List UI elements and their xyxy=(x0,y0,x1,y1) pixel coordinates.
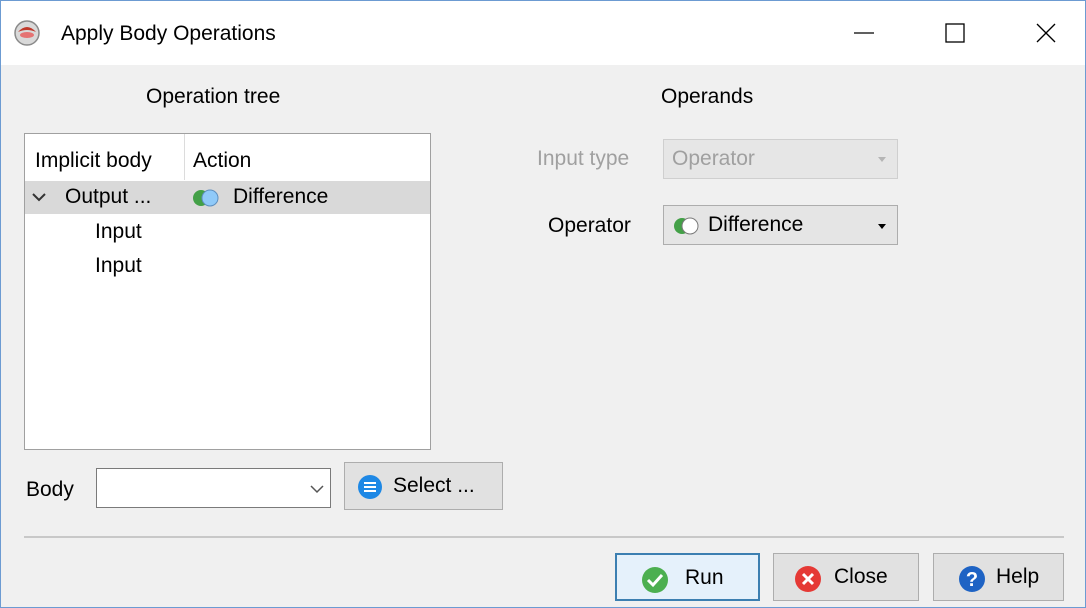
close-label: Close xyxy=(834,565,888,588)
title-bar[interactable]: Apply Body Operations xyxy=(1,1,1085,65)
svg-text:?: ? xyxy=(966,569,978,591)
close-icon xyxy=(1036,23,1056,43)
close-button[interactable]: Close xyxy=(773,553,919,601)
tree-row-label: Output ... xyxy=(65,185,152,208)
tree-row-input[interactable]: Input xyxy=(95,253,142,279)
operation-tree-heading: Operation tree xyxy=(146,85,281,108)
difference-icon xyxy=(674,217,699,235)
column-header-implicit-body[interactable]: Implicit body xyxy=(35,148,185,174)
help-button[interactable]: ? Help xyxy=(933,553,1064,601)
body-label: Body xyxy=(26,478,74,501)
select-body-button[interactable]: Select ... xyxy=(344,462,503,510)
run-label: Run xyxy=(685,566,724,589)
close-circle-icon xyxy=(795,566,821,592)
minimize-button[interactable] xyxy=(823,1,905,65)
list-icon xyxy=(358,475,382,499)
difference-icon xyxy=(193,189,219,207)
operation-tree[interactable]: Implicit body Action Output ... Differen… xyxy=(24,133,431,450)
minimize-icon xyxy=(854,32,874,34)
operands-heading: Operands xyxy=(661,85,754,108)
checkmark-icon xyxy=(642,567,668,593)
input-type-select: Operator xyxy=(663,139,898,179)
dropdown-arrow-icon xyxy=(878,157,886,162)
tree-row-action: Difference xyxy=(233,185,329,208)
chevron-down-icon[interactable] xyxy=(31,191,47,203)
maximize-button[interactable] xyxy=(914,1,996,65)
close-window-button[interactable] xyxy=(1005,1,1086,65)
tree-row-output[interactable]: Output ... Difference xyxy=(25,181,430,214)
run-button[interactable]: Run xyxy=(615,553,760,601)
help-label: Help xyxy=(996,565,1040,588)
body-select[interactable] xyxy=(96,468,331,508)
window-title: Apply Body Operations xyxy=(61,22,276,45)
chevron-down-icon xyxy=(310,485,324,494)
column-divider[interactable] xyxy=(184,134,185,180)
input-type-value: Operator xyxy=(672,147,755,170)
app-icon xyxy=(13,19,41,47)
separator xyxy=(24,536,1064,538)
operator-label: Operator xyxy=(548,214,631,237)
operator-select[interactable]: Difference xyxy=(663,205,898,245)
select-button-label: Select ... xyxy=(393,474,475,497)
dropdown-arrow-icon xyxy=(878,224,886,229)
column-header-action[interactable]: Action xyxy=(193,148,251,174)
tree-row-input[interactable]: Input xyxy=(95,219,142,245)
maximize-icon xyxy=(945,23,965,43)
help-icon: ? xyxy=(959,566,985,592)
input-type-label: Input type xyxy=(537,147,630,170)
operator-value: Difference xyxy=(708,213,804,236)
